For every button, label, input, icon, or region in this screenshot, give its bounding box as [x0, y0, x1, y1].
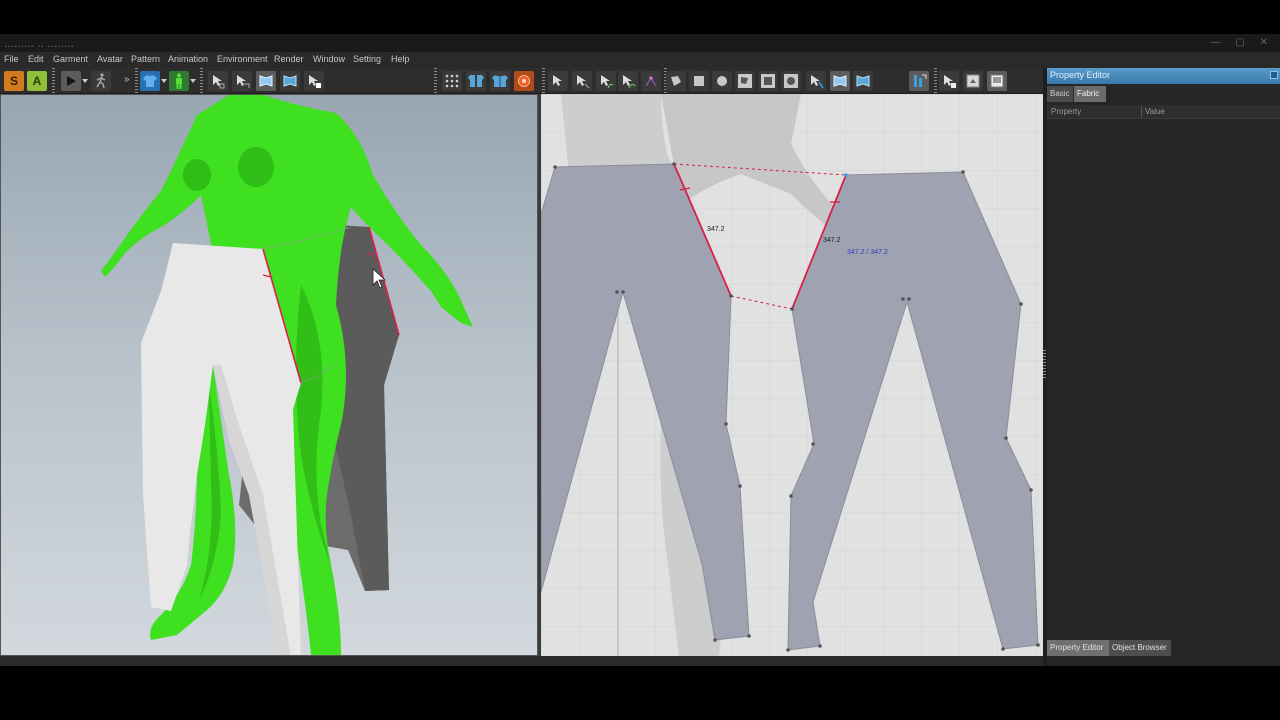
animate-mode-button[interactable]: A [27, 71, 47, 91]
status-bar [0, 656, 1043, 666]
title-bar: ......... .. ........ — ▢ ✕ [0, 34, 1280, 52]
window-controls[interactable]: — ▢ ✕ [1211, 37, 1274, 48]
seam-length-label-right: 347.2 [823, 237, 841, 244]
menu-edit[interactable]: Edit [28, 54, 44, 64]
viewport-3d[interactable] [0, 94, 538, 656]
garment-layer-icon[interactable] [490, 71, 510, 91]
toolbar-grip[interactable] [135, 68, 138, 94]
property-editor-title: Property Editor [1050, 70, 1111, 80]
column-divider[interactable] [1141, 106, 1142, 118]
shirt-dropdown-icon[interactable] [160, 71, 168, 91]
tab-basic[interactable]: Basic [1047, 86, 1073, 102]
tab-object-browser[interactable]: Object Browser [1109, 640, 1171, 656]
toolbar-2d [540, 68, 1044, 94]
play-dropdown-icon[interactable] [81, 71, 89, 91]
toolbar-grip[interactable] [200, 68, 203, 94]
scene-3d [101, 95, 473, 655]
record-stop-icon[interactable] [514, 71, 534, 91]
menu-environment[interactable]: Environment [217, 54, 268, 64]
garment-fit-icon[interactable] [466, 71, 486, 91]
property-editor-panel: Property Editor Basic Fabric Property Va… [1047, 68, 1280, 666]
select-mesh-icon[interactable] [232, 71, 252, 91]
polygon-tool-icon[interactable] [666, 71, 686, 91]
seam-length-label-left: 347.2 [707, 226, 725, 233]
internal-circle-icon[interactable] [781, 71, 801, 91]
pin-select-icon[interactable] [939, 71, 959, 91]
segment-sewing-icon[interactable] [830, 71, 850, 91]
fold-pattern-icon[interactable] [280, 71, 300, 91]
property-table-header: Property Value [1047, 105, 1280, 119]
seam-length-pair-label: 347.2 / 347.2 [847, 249, 888, 256]
simulate-mode-button[interactable]: S [4, 71, 24, 91]
menu-help[interactable]: Help [391, 54, 410, 64]
edit-curvature-icon[interactable] [596, 71, 616, 91]
splitter-grip[interactable] [1043, 350, 1046, 380]
menu-bar: File Edit Garment Avatar Pattern Animati… [0, 52, 1280, 68]
avatar-dropdown-icon[interactable] [189, 71, 197, 91]
menu-setting[interactable]: Setting [353, 54, 381, 64]
toolbar-grip[interactable] [52, 68, 55, 94]
avatar-figure-icon[interactable] [169, 71, 189, 91]
texture-icon[interactable] [963, 71, 983, 91]
menu-animation[interactable]: Animation [168, 54, 208, 64]
edit-sewing-icon[interactable] [806, 71, 826, 91]
menu-window[interactable]: Window [313, 54, 345, 64]
internal-rectangle-icon[interactable] [758, 71, 778, 91]
menu-garment[interactable]: Garment [53, 54, 88, 64]
menu-avatar[interactable]: Avatar [97, 54, 123, 64]
property-editor-header: Property Editor [1047, 68, 1280, 84]
particle-distance-icon[interactable] [442, 71, 462, 91]
free-sewing-icon[interactable] [853, 71, 873, 91]
add-point-icon[interactable] [641, 71, 661, 91]
pattern-3d-icon[interactable] [256, 71, 276, 91]
toolbar-grip[interactable] [434, 68, 437, 94]
toolbar-grip[interactable] [934, 68, 937, 94]
internal-polygon-icon[interactable] [735, 71, 755, 91]
menu-pattern[interactable]: Pattern [131, 54, 160, 64]
menu-file[interactable]: File [4, 54, 19, 64]
edit-curve-point-icon[interactable] [618, 71, 638, 91]
clo-app-window: ......... .. ........ — ▢ ✕ File Edit Ga… [0, 0, 1280, 720]
circle-tool-icon[interactable] [712, 71, 732, 91]
tab-property-editor[interactable]: Property Editor [1047, 640, 1109, 656]
column-value: Value [1145, 107, 1165, 116]
menu-render[interactable]: Render [274, 54, 304, 64]
walk-avatar-icon[interactable] [91, 71, 111, 91]
graphic-icon[interactable] [987, 71, 1007, 91]
play-icon[interactable] [61, 71, 81, 91]
rectangle-tool-icon[interactable] [689, 71, 709, 91]
select-move-icon[interactable] [208, 71, 228, 91]
viewport-2d-pattern[interactable]: 347.2 347.2 347.2 / 347.2 [541, 94, 1043, 656]
toolbar-grip[interactable] [542, 68, 545, 94]
window-title: ......... .. ........ [4, 36, 75, 50]
toolbar-3d: S A » [0, 68, 540, 94]
toolbar-overflow-icon[interactable]: » [124, 74, 130, 85]
select-point-icon[interactable] [304, 71, 324, 91]
transform-pattern-icon[interactable] [548, 71, 568, 91]
tab-fabric[interactable]: Fabric [1074, 86, 1106, 102]
garment-shirt-icon[interactable] [140, 71, 160, 91]
edit-pattern-icon[interactable] [572, 71, 592, 91]
tack-icon[interactable] [909, 71, 929, 91]
column-property: Property [1051, 107, 1082, 116]
panel-float-icon[interactable] [1270, 71, 1278, 79]
pattern-canvas: 347.2 347.2 347.2 / 347.2 [541, 94, 1043, 656]
